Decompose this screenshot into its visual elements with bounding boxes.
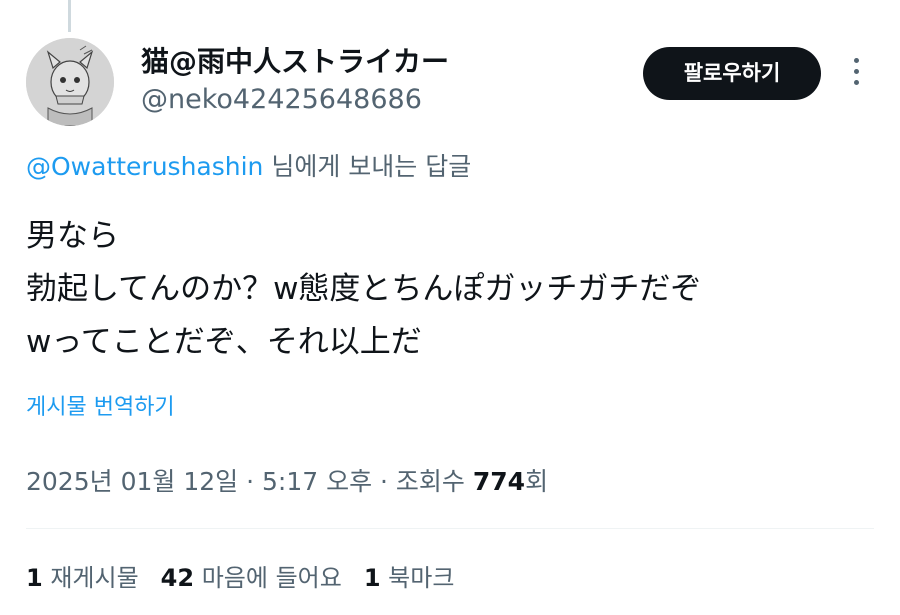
author-handle[interactable]: @neko42425648686: [141, 82, 422, 118]
more-vertical-icon[interactable]: [846, 58, 866, 92]
author-display-name[interactable]: 猫@雨中人ストライカー: [141, 42, 449, 82]
likes-label: 마음에 들어요: [201, 564, 342, 592]
more-dot: [853, 80, 859, 85]
bookmarks-count: 1: [363, 564, 381, 592]
engagement-stats: 1 재게시물 42 마음에 들어요 1 북마크: [26, 560, 476, 596]
bookmarks-stat[interactable]: 1 북마크: [364, 564, 455, 592]
reply-mention-link[interactable]: @Owatterushashin: [26, 152, 263, 181]
more-dot: [853, 69, 859, 74]
divider: [26, 528, 874, 529]
avatar-sketch-image: [26, 38, 114, 126]
tweet-line: 勃起してんのか？w態度とちんぽガッチガチだぞ: [26, 271, 702, 307]
more-dot: [853, 58, 859, 63]
reposts-count: 1: [26, 564, 43, 592]
tweet-date[interactable]: 2025년 01월 12일: [26, 467, 238, 496]
tweet-line: 男なら: [26, 218, 119, 254]
avatar[interactable]: [26, 38, 114, 126]
reposts-label: 재게시물: [50, 564, 139, 592]
tweet-meta: 2025년 01월 12일 · 5:17 오후 · 조회수 774회: [26, 462, 548, 502]
translate-post-link[interactable]: 게시물 번역하기: [26, 391, 175, 425]
reposts-stat[interactable]: 1 재게시물: [26, 564, 139, 592]
thread-connector-line: [68, 0, 71, 32]
views-unit: 회: [525, 467, 549, 496]
tweet-time[interactable]: 5:17 오후: [262, 467, 372, 496]
meta-separator: ·: [238, 467, 262, 496]
tweet-text: 男なら 勃起してんのか？w態度とちんぽガッチガチだぞ wってことだぞ、それ以上だ: [26, 210, 701, 369]
views-label: 조회수: [395, 467, 465, 496]
reply-context: @Owatterushashin 님에게 보내는 답글: [26, 150, 471, 184]
follow-button[interactable]: 팔로우하기: [643, 47, 821, 100]
bookmarks-label: 북마크: [388, 564, 455, 592]
tweet-line: wってことだぞ、それ以上だ: [26, 324, 422, 360]
reply-context-suffix: 님에게 보내는 답글: [271, 152, 472, 181]
likes-count: 42: [160, 564, 195, 592]
likes-stat[interactable]: 42 마음에 들어요: [161, 564, 342, 592]
views-count: 774: [472, 467, 526, 496]
meta-separator: ·: [372, 467, 396, 496]
